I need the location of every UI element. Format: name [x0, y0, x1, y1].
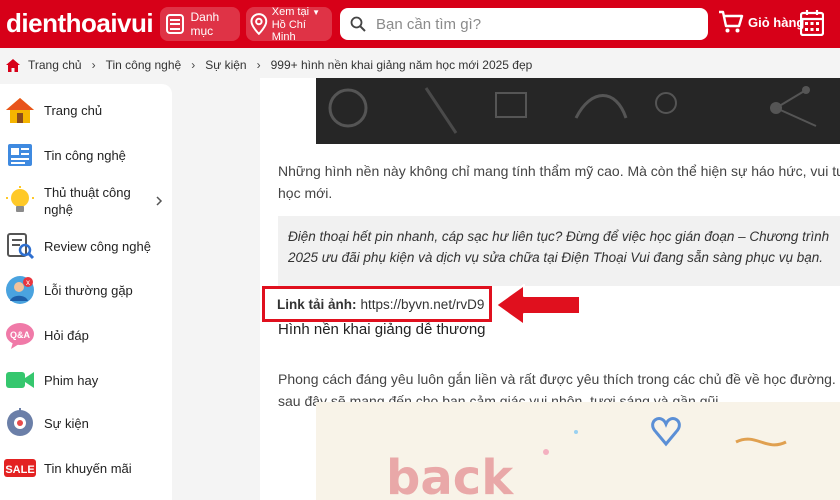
svg-text:back: back: [386, 450, 514, 500]
sale-icon: SALE: [4, 452, 36, 484]
sidebar-item-review[interactable]: Review công nghệ: [4, 230, 168, 262]
sidebar-item-label: Review công nghệ: [44, 238, 151, 254]
quote-line: 2025 ưu đãi phụ kiện và dịch vụ sửa chữa…: [288, 250, 824, 265]
sidebar-item-label: Thủ thuật công nghệ: [44, 185, 131, 217]
search-input[interactable]: [376, 15, 696, 33]
home-icon[interactable]: [6, 58, 20, 72]
chevron-right-icon: ›: [256, 58, 261, 72]
search-bar[interactable]: [340, 8, 708, 40]
news-icon: [4, 139, 36, 171]
red-arrow-icon: [495, 284, 581, 326]
top-header: dienthoaivui Danh mục Xem tại ▼ Hồ Chí M…: [0, 0, 840, 48]
category-menu-button[interactable]: Danh mục: [160, 7, 240, 41]
sidebar-item-events[interactable]: Sự kiện: [4, 407, 168, 439]
sidebar-item-tips[interactable]: Thủ thuật công nghệ: [4, 184, 168, 218]
search-icon: [350, 16, 366, 32]
cart-icon: [719, 10, 744, 33]
error-user-icon: x: [4, 274, 36, 306]
qa-icon: Q&A: [4, 319, 36, 351]
chevron-down-icon: ▼: [312, 7, 321, 17]
svg-text:Q&A: Q&A: [10, 330, 31, 340]
paragraph-line: Những hình nền này không chỉ mang tính t…: [278, 163, 840, 179]
download-link-box: Link tải ảnh: https://byvn.net/rvD9: [262, 286, 492, 322]
sidebar-item-label: Trang chủ: [44, 102, 103, 118]
breadcrumb-item-home[interactable]: Trang chủ: [28, 58, 82, 72]
sidebar-item-label: Tin công nghệ: [44, 147, 126, 163]
site-logo[interactable]: dienthoaivui: [6, 8, 154, 39]
lightbulb-icon: [4, 185, 36, 217]
sidebar-item-qa[interactable]: Q&A Hỏi đáp: [4, 319, 168, 351]
sidebar-item-movies[interactable]: Phim hay: [4, 364, 168, 396]
svg-text:SALE: SALE: [5, 464, 34, 476]
sidebar-item-label: Sự kiện: [44, 415, 89, 431]
menu-icon: [166, 14, 185, 34]
sidebar-item-label: Tin khuyến mãi: [44, 460, 132, 476]
sidebar: Trang chủ Tin công nghệ Thủ thuật công n…: [0, 84, 172, 500]
breadcrumb: Trang chủ › Tin công nghệ › Sự kiện › 99…: [0, 52, 840, 78]
promo-quote: Điện thoại hết pin nhanh, cáp sạc hư liê…: [278, 216, 840, 286]
location-selector[interactable]: Xem tại ▼ Hồ Chí Minh: [246, 5, 332, 43]
cart-label: Giỏ hàng: [748, 14, 805, 30]
article-image-top: [316, 78, 840, 144]
paragraph-line: học mới.: [278, 185, 333, 201]
location-pin-icon: [250, 13, 268, 35]
sidebar-item-promotions[interactable]: SALE Tin khuyến mãi: [4, 452, 168, 484]
chevron-right-icon: ›: [191, 58, 196, 72]
svg-text:x: x: [26, 278, 30, 287]
chevron-right-icon: ›: [91, 58, 96, 72]
calendar-icon[interactable]: [800, 10, 824, 36]
location-label: Xem tại: [271, 5, 310, 18]
sidebar-item-label: Hỏi đáp: [44, 327, 89, 343]
house-icon: [4, 94, 36, 126]
breadcrumb-item-current: 999+ hình nền khai giảng năm học mới 202…: [270, 58, 533, 72]
quote-line: Điện thoại hết pin nhanh, cáp sạc hư liê…: [288, 229, 830, 244]
breadcrumb-item-events[interactable]: Sự kiện: [205, 58, 246, 72]
article-image-cute: back: [316, 402, 840, 500]
location-city: Hồ Chí Minh: [271, 18, 306, 43]
cart-button[interactable]: Giỏ hàng: [718, 10, 804, 34]
sidebar-item-errors[interactable]: x Lỗi thường gặp: [4, 274, 168, 306]
chevron-right-icon[interactable]: [154, 196, 164, 206]
video-camera-icon: [4, 364, 36, 396]
link-label: Link tải ảnh:: [277, 296, 357, 312]
review-icon: [4, 230, 36, 262]
sidebar-item-tech-news[interactable]: Tin công nghệ: [4, 139, 168, 171]
paragraph-line: Phong cách đáng yêu luôn gắn liền và rất…: [278, 371, 840, 387]
sidebar-item-home[interactable]: Trang chủ: [4, 94, 168, 126]
section-heading: Hình nền khai giảng dễ thương: [278, 321, 486, 338]
category-menu-label: Danh mục: [190, 10, 220, 38]
download-link[interactable]: https://byvn.net/rvD9: [361, 297, 485, 312]
sidebar-item-label: Lỗi thường gặp: [44, 282, 133, 298]
breadcrumb-item-tech-news[interactable]: Tin công nghệ: [106, 58, 182, 72]
event-icon: [4, 407, 36, 439]
sidebar-item-label: Phim hay: [44, 372, 99, 388]
